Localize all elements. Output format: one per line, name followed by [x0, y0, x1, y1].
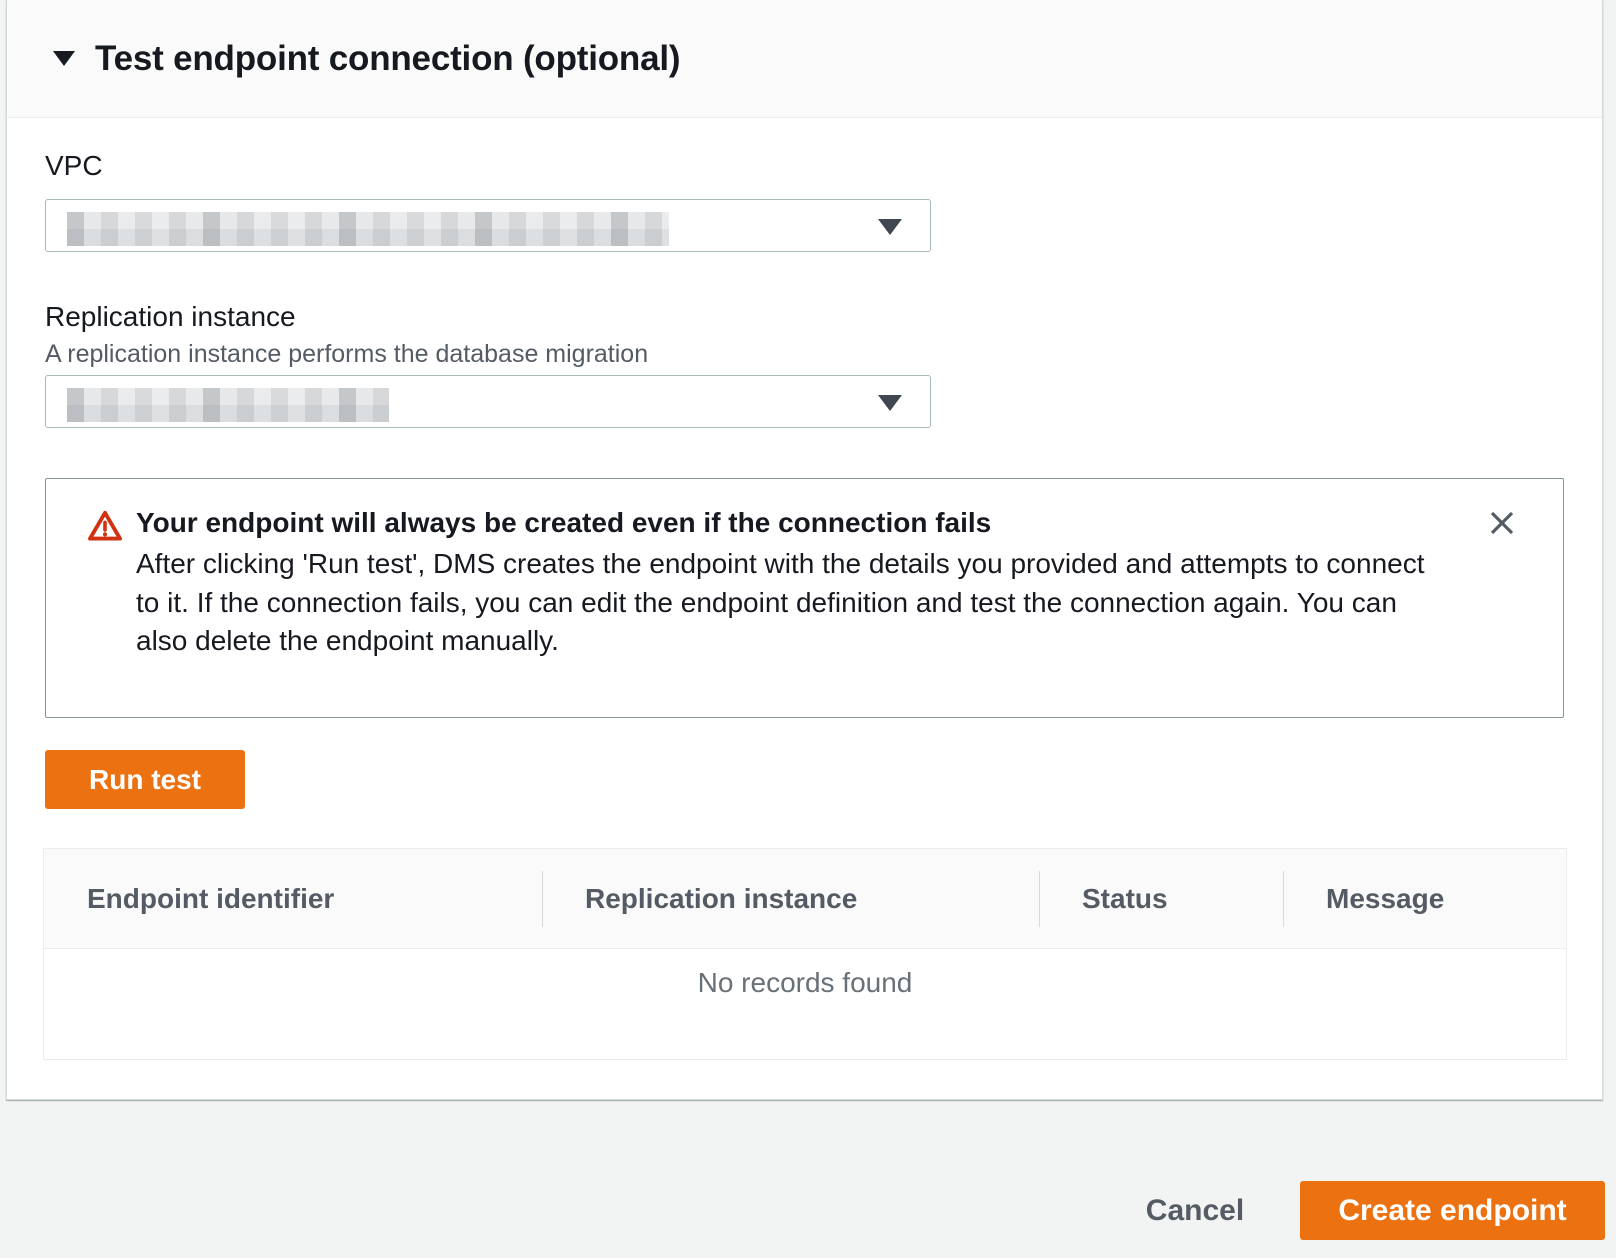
vpc-label: VPC	[45, 150, 103, 182]
warning-alert: Your endpoint will always be created eve…	[45, 478, 1564, 718]
replication-instance-label: Replication instance	[45, 301, 296, 333]
vpc-selected-value-redacted	[67, 212, 669, 246]
replication-instance-description: A replication instance performs the data…	[45, 340, 648, 369]
warning-title: Your endpoint will always be created eve…	[136, 507, 991, 539]
warning-triangle-icon	[87, 508, 123, 549]
test-endpoint-panel: Test endpoint connection (optional) VPC …	[6, 0, 1603, 1100]
close-icon[interactable]	[1485, 506, 1519, 540]
column-header-replication-instance: Replication instance	[542, 849, 1039, 948]
warning-body-line: After clicking 'Run test', DMS creates t…	[136, 545, 1425, 584]
chevron-down-icon	[878, 395, 902, 411]
panel-title: Test endpoint connection (optional)	[95, 39, 680, 79]
warning-body-line: to it. If the connection fails, you can …	[136, 584, 1425, 623]
create-endpoint-button[interactable]: Create endpoint	[1300, 1181, 1605, 1240]
warning-body: After clicking 'Run test', DMS creates t…	[136, 545, 1425, 661]
panel-header-test-endpoint-connection[interactable]: Test endpoint connection (optional)	[7, 0, 1602, 118]
replication-instance-select[interactable]	[45, 375, 931, 428]
empty-state-message: No records found	[44, 949, 1566, 1060]
run-test-button[interactable]: Run test	[45, 750, 245, 809]
page-background: Test endpoint connection (optional) VPC …	[0, 0, 1616, 1258]
column-header-endpoint-identifier: Endpoint identifier	[44, 849, 542, 948]
collapse-caret-icon	[53, 51, 75, 66]
test-results-table: Endpoint identifier Replication instance…	[43, 848, 1567, 1060]
chevron-down-icon	[878, 219, 902, 235]
cancel-button[interactable]: Cancel	[1120, 1186, 1270, 1236]
column-header-message: Message	[1283, 849, 1566, 948]
column-header-status: Status	[1039, 849, 1283, 948]
replication-instance-selected-value-redacted	[67, 388, 389, 422]
table-header-row: Endpoint identifier Replication instance…	[44, 849, 1566, 949]
warning-body-line: also delete the endpoint manually.	[136, 622, 1425, 661]
vpc-select[interactable]	[45, 199, 931, 252]
